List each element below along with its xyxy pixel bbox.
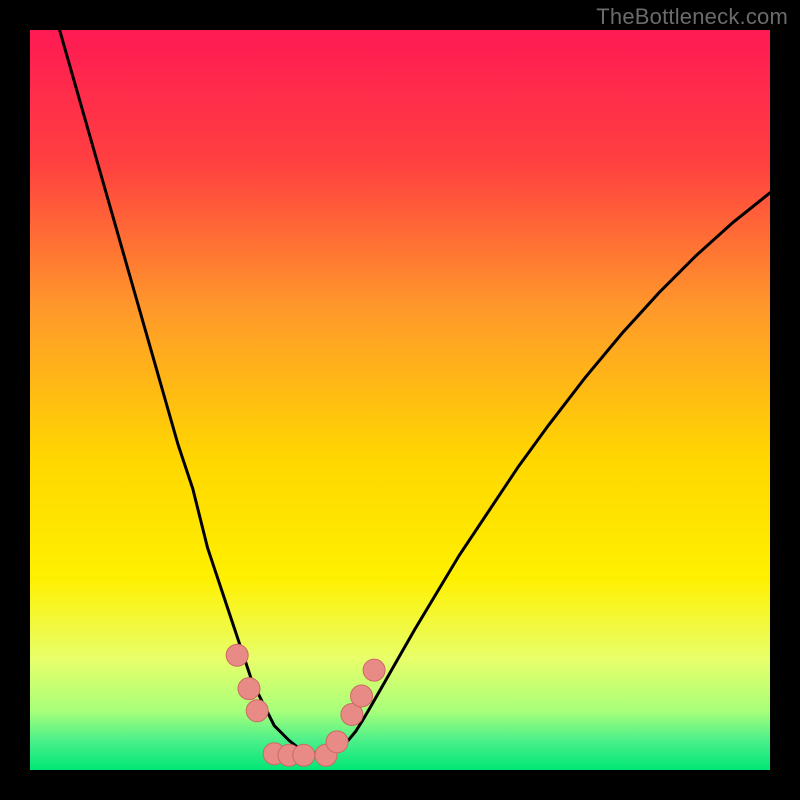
chart-frame: TheBottleneck.com (0, 0, 800, 800)
plot-background (30, 30, 770, 770)
watermark-text: TheBottleneck.com (596, 4, 788, 30)
marker-point (293, 744, 315, 766)
marker-point (351, 685, 373, 707)
marker-point (246, 700, 268, 722)
marker-point (238, 678, 260, 700)
marker-point (326, 731, 348, 753)
marker-point (226, 644, 248, 666)
chart-svg (0, 0, 800, 800)
marker-point (363, 659, 385, 681)
